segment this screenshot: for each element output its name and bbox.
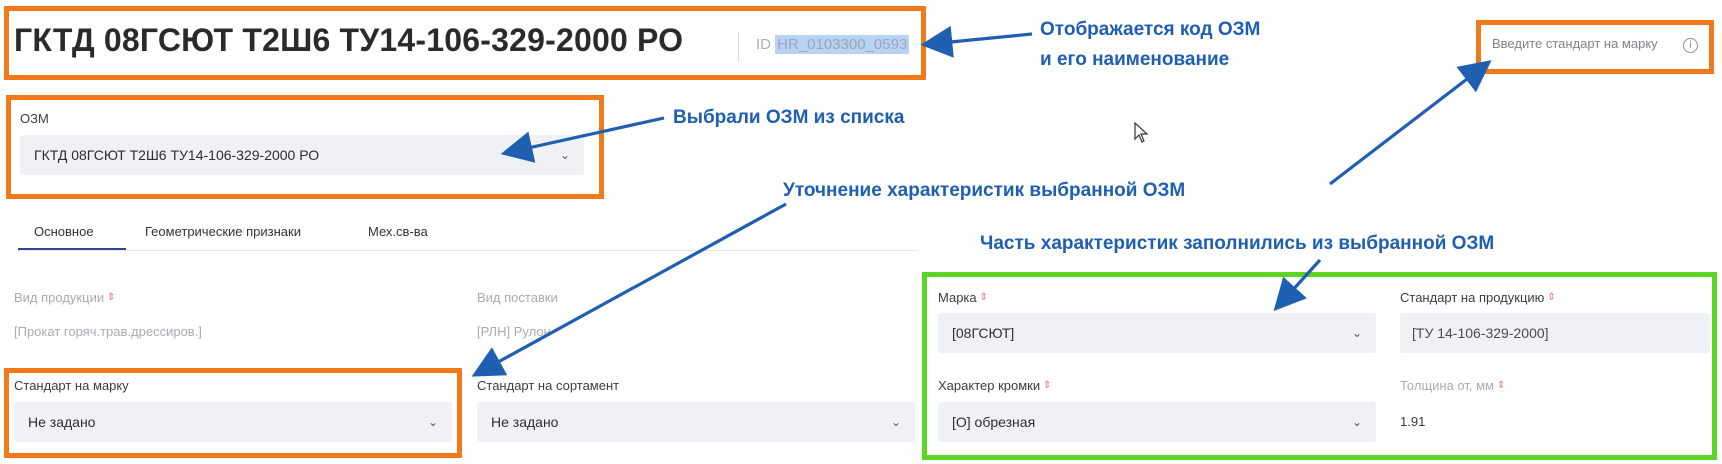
arrow-to-id bbox=[920, 25, 1033, 58]
arrow-to-grade-standard bbox=[471, 202, 787, 377]
arrow-to-hint bbox=[1329, 60, 1492, 186]
annotation-arrows bbox=[471, 25, 1492, 377]
arrow-to-ozm-select bbox=[500, 116, 665, 163]
mouse-cursor-icon bbox=[1134, 122, 1149, 143]
arrow-to-autofilled bbox=[1273, 258, 1322, 312]
